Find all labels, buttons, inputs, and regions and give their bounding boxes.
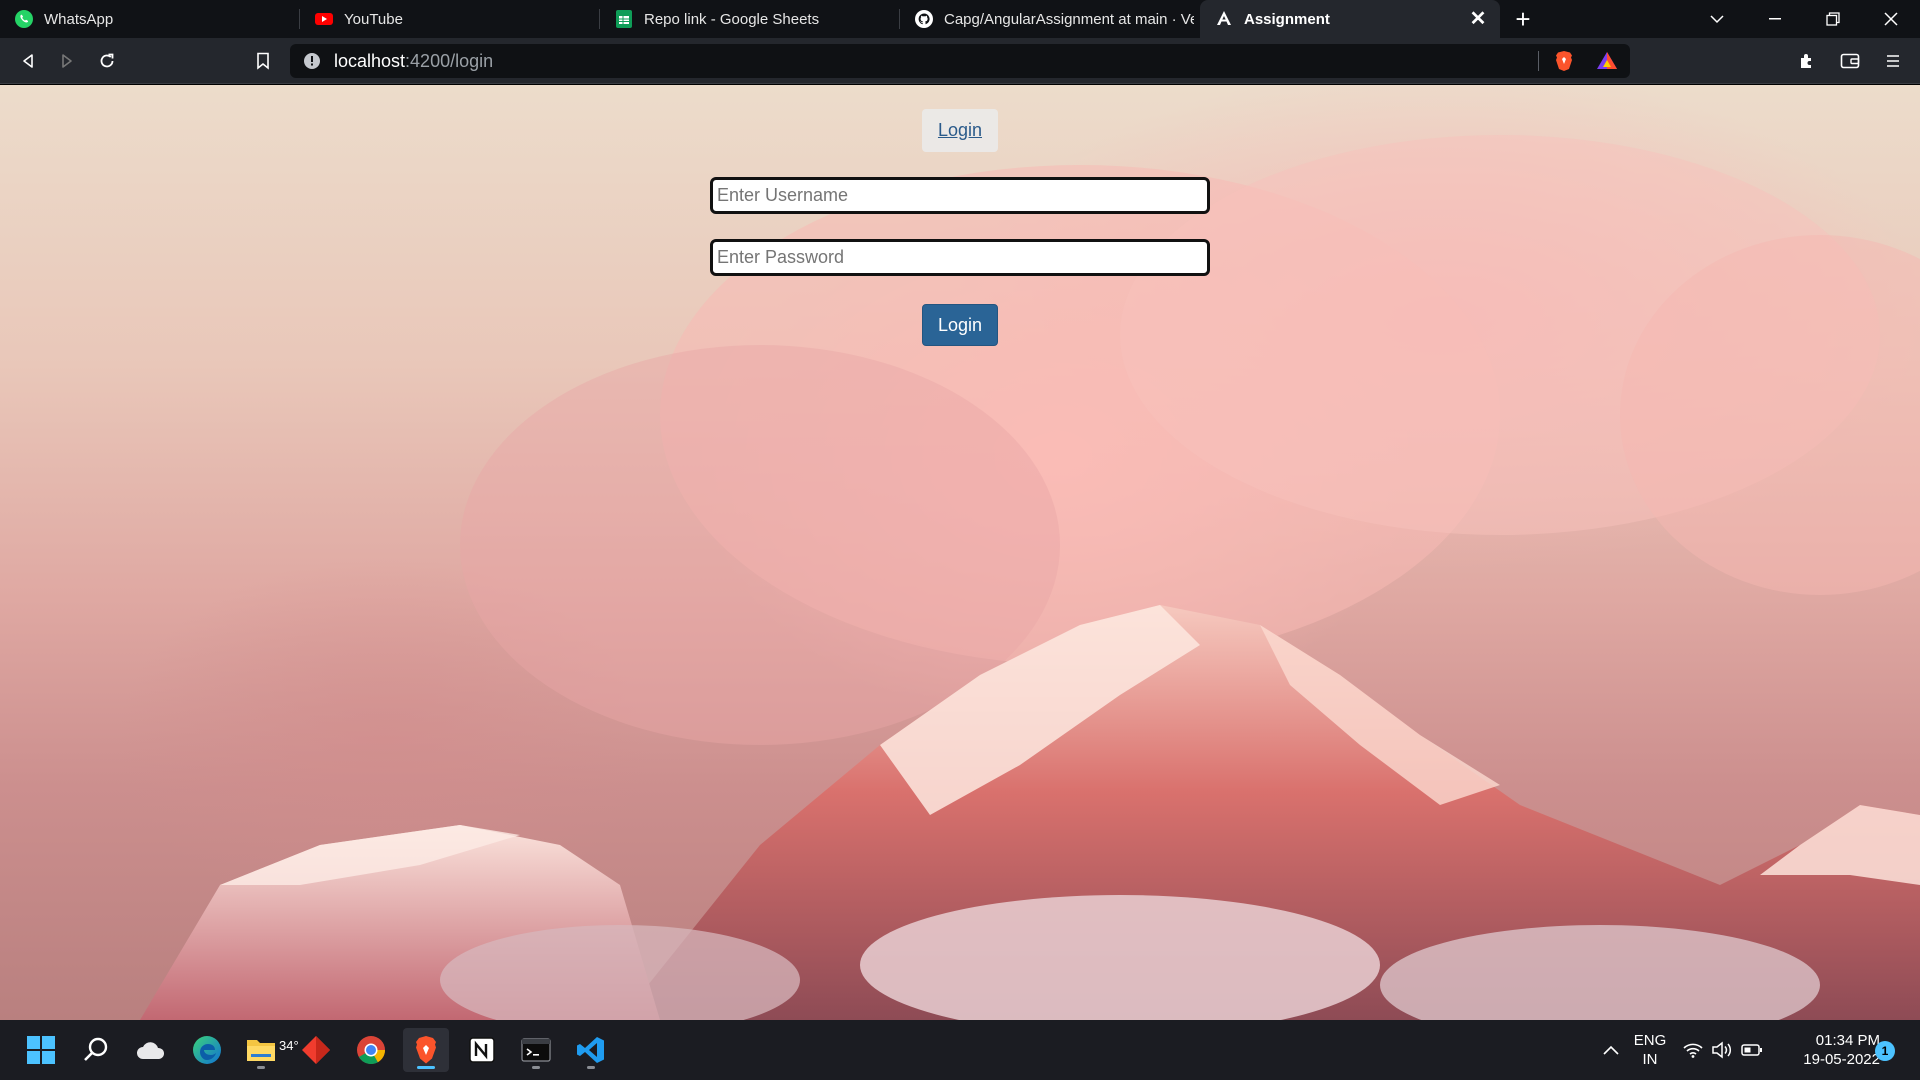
tab-search-chevron-icon[interactable]	[1688, 0, 1746, 38]
input-language-indicator[interactable]: ENG IN	[1625, 1031, 1675, 1080]
username-field[interactable]	[710, 177, 1210, 214]
brave-icon	[416, 1036, 436, 1064]
password-input[interactable]	[717, 247, 1207, 268]
whatsapp-icon	[14, 9, 34, 29]
region-code: IN	[1642, 1051, 1658, 1068]
git-icon	[302, 1036, 330, 1064]
running-indicator	[257, 1066, 265, 1069]
google-sheets-icon	[614, 9, 634, 29]
wallet-icon[interactable]	[1835, 46, 1865, 76]
close-tab-icon[interactable]: ✕	[1468, 9, 1488, 29]
address-bar-divider	[1538, 51, 1539, 71]
brave-rewards-icon[interactable]	[1595, 49, 1619, 73]
file-explorer-icon	[247, 1040, 275, 1061]
wifi-icon	[1683, 1043, 1703, 1058]
browser-tab-strip: WhatsApp YouTube Repo link - Google Shee…	[0, 0, 1920, 38]
weather-widget[interactable]: 34°	[128, 1028, 299, 1072]
start-button[interactable]	[18, 1028, 64, 1072]
taskbar-vscode[interactable]	[568, 1028, 614, 1072]
window-controls	[1688, 0, 1920, 38]
username-input[interactable]	[717, 185, 1207, 206]
chevron-up-icon	[1603, 1045, 1619, 1055]
weather-icon	[137, 1042, 165, 1059]
bookmark-icon[interactable]	[247, 46, 279, 76]
edge-icon	[193, 1036, 221, 1064]
youtube-icon	[314, 9, 334, 29]
tab-title: YouTube	[344, 10, 403, 28]
close-window-button[interactable]	[1862, 0, 1920, 38]
search-icon	[84, 1037, 108, 1061]
forward-icon[interactable]	[51, 46, 83, 76]
back-icon[interactable]	[12, 46, 44, 76]
tab-whatsapp[interactable]: WhatsApp	[0, 0, 300, 38]
url-host: localhost	[334, 50, 406, 71]
taskbar-git[interactable]	[293, 1028, 339, 1072]
tab-youtube[interactable]: YouTube	[300, 0, 600, 38]
taskbar-edge[interactable]	[184, 1028, 230, 1072]
tab-title: WhatsApp	[44, 10, 114, 28]
notion-icon	[469, 1037, 495, 1063]
taskbar-brave[interactable]	[403, 1028, 449, 1072]
password-field[interactable]	[710, 239, 1210, 276]
search-button[interactable]	[73, 1028, 119, 1072]
github-icon	[914, 9, 934, 29]
clock-date: 19-05-2022	[1803, 1051, 1880, 1068]
extensions-icon[interactable]	[1792, 46, 1822, 76]
running-indicator	[532, 1066, 540, 1069]
login-nav-link[interactable]: Login	[922, 109, 998, 152]
login-submit-button[interactable]: Login	[922, 304, 998, 346]
language-code: ENG	[1633, 1032, 1667, 1049]
tab-title: Assignment	[1244, 10, 1330, 28]
page-viewport: Login Login	[0, 85, 1920, 1020]
terminal-icon	[521, 1038, 551, 1062]
address-bar[interactable]: localhost:4200/login	[290, 44, 1630, 78]
taskbar-terminal[interactable]	[513, 1028, 559, 1072]
quick-settings-button[interactable]	[1676, 1028, 1770, 1072]
mountain-background-image	[140, 135, 1920, 1020]
tab-title: Repo link - Google Sheets	[644, 10, 820, 28]
chrome-icon	[357, 1036, 385, 1065]
new-tab-button[interactable]: +	[1500, 0, 1546, 38]
brave-shields-icon[interactable]	[1552, 49, 1576, 73]
restore-button[interactable]	[1804, 0, 1862, 38]
tab-title: Capg/AngularAssignment at main · Ve	[944, 10, 1194, 28]
vscode-icon	[577, 1037, 604, 1063]
minimize-button[interactable]	[1746, 0, 1804, 38]
start-icon	[27, 1036, 55, 1064]
notification-badge[interactable]: 1	[1875, 1041, 1895, 1061]
running-indicator	[417, 1066, 435, 1069]
volume-icon	[1712, 1041, 1732, 1059]
tab-github[interactable]: Capg/AngularAssignment at main · Ve	[900, 0, 1200, 38]
taskbar-file-explorer[interactable]	[238, 1028, 284, 1072]
browser-toolbar: localhost:4200/login	[0, 38, 1920, 84]
taskbar-chrome[interactable]	[348, 1028, 394, 1072]
taskbar-clock[interactable]: 01:34 PM 19-05-2022	[1780, 1031, 1880, 1069]
url-text: localhost:4200/login	[334, 51, 493, 72]
url-path: :4200/login	[405, 50, 494, 71]
taskbar-notion[interactable]	[459, 1028, 505, 1072]
battery-icon	[1741, 1044, 1762, 1056]
site-info-icon[interactable]	[302, 51, 322, 71]
menu-icon[interactable]	[1878, 46, 1908, 76]
tab-assignment[interactable]: Assignment ✕	[1200, 0, 1500, 38]
windows-taskbar: 34° ENG IN 01:34 PM 19-05-2022 1	[0, 1020, 1920, 1080]
angular-icon	[1214, 9, 1234, 29]
reload-icon[interactable]	[91, 46, 123, 76]
running-indicator	[587, 1066, 595, 1069]
clock-time: 01:34 PM	[1815, 1032, 1880, 1049]
tab-google-sheets[interactable]: Repo link - Google Sheets	[600, 0, 900, 38]
